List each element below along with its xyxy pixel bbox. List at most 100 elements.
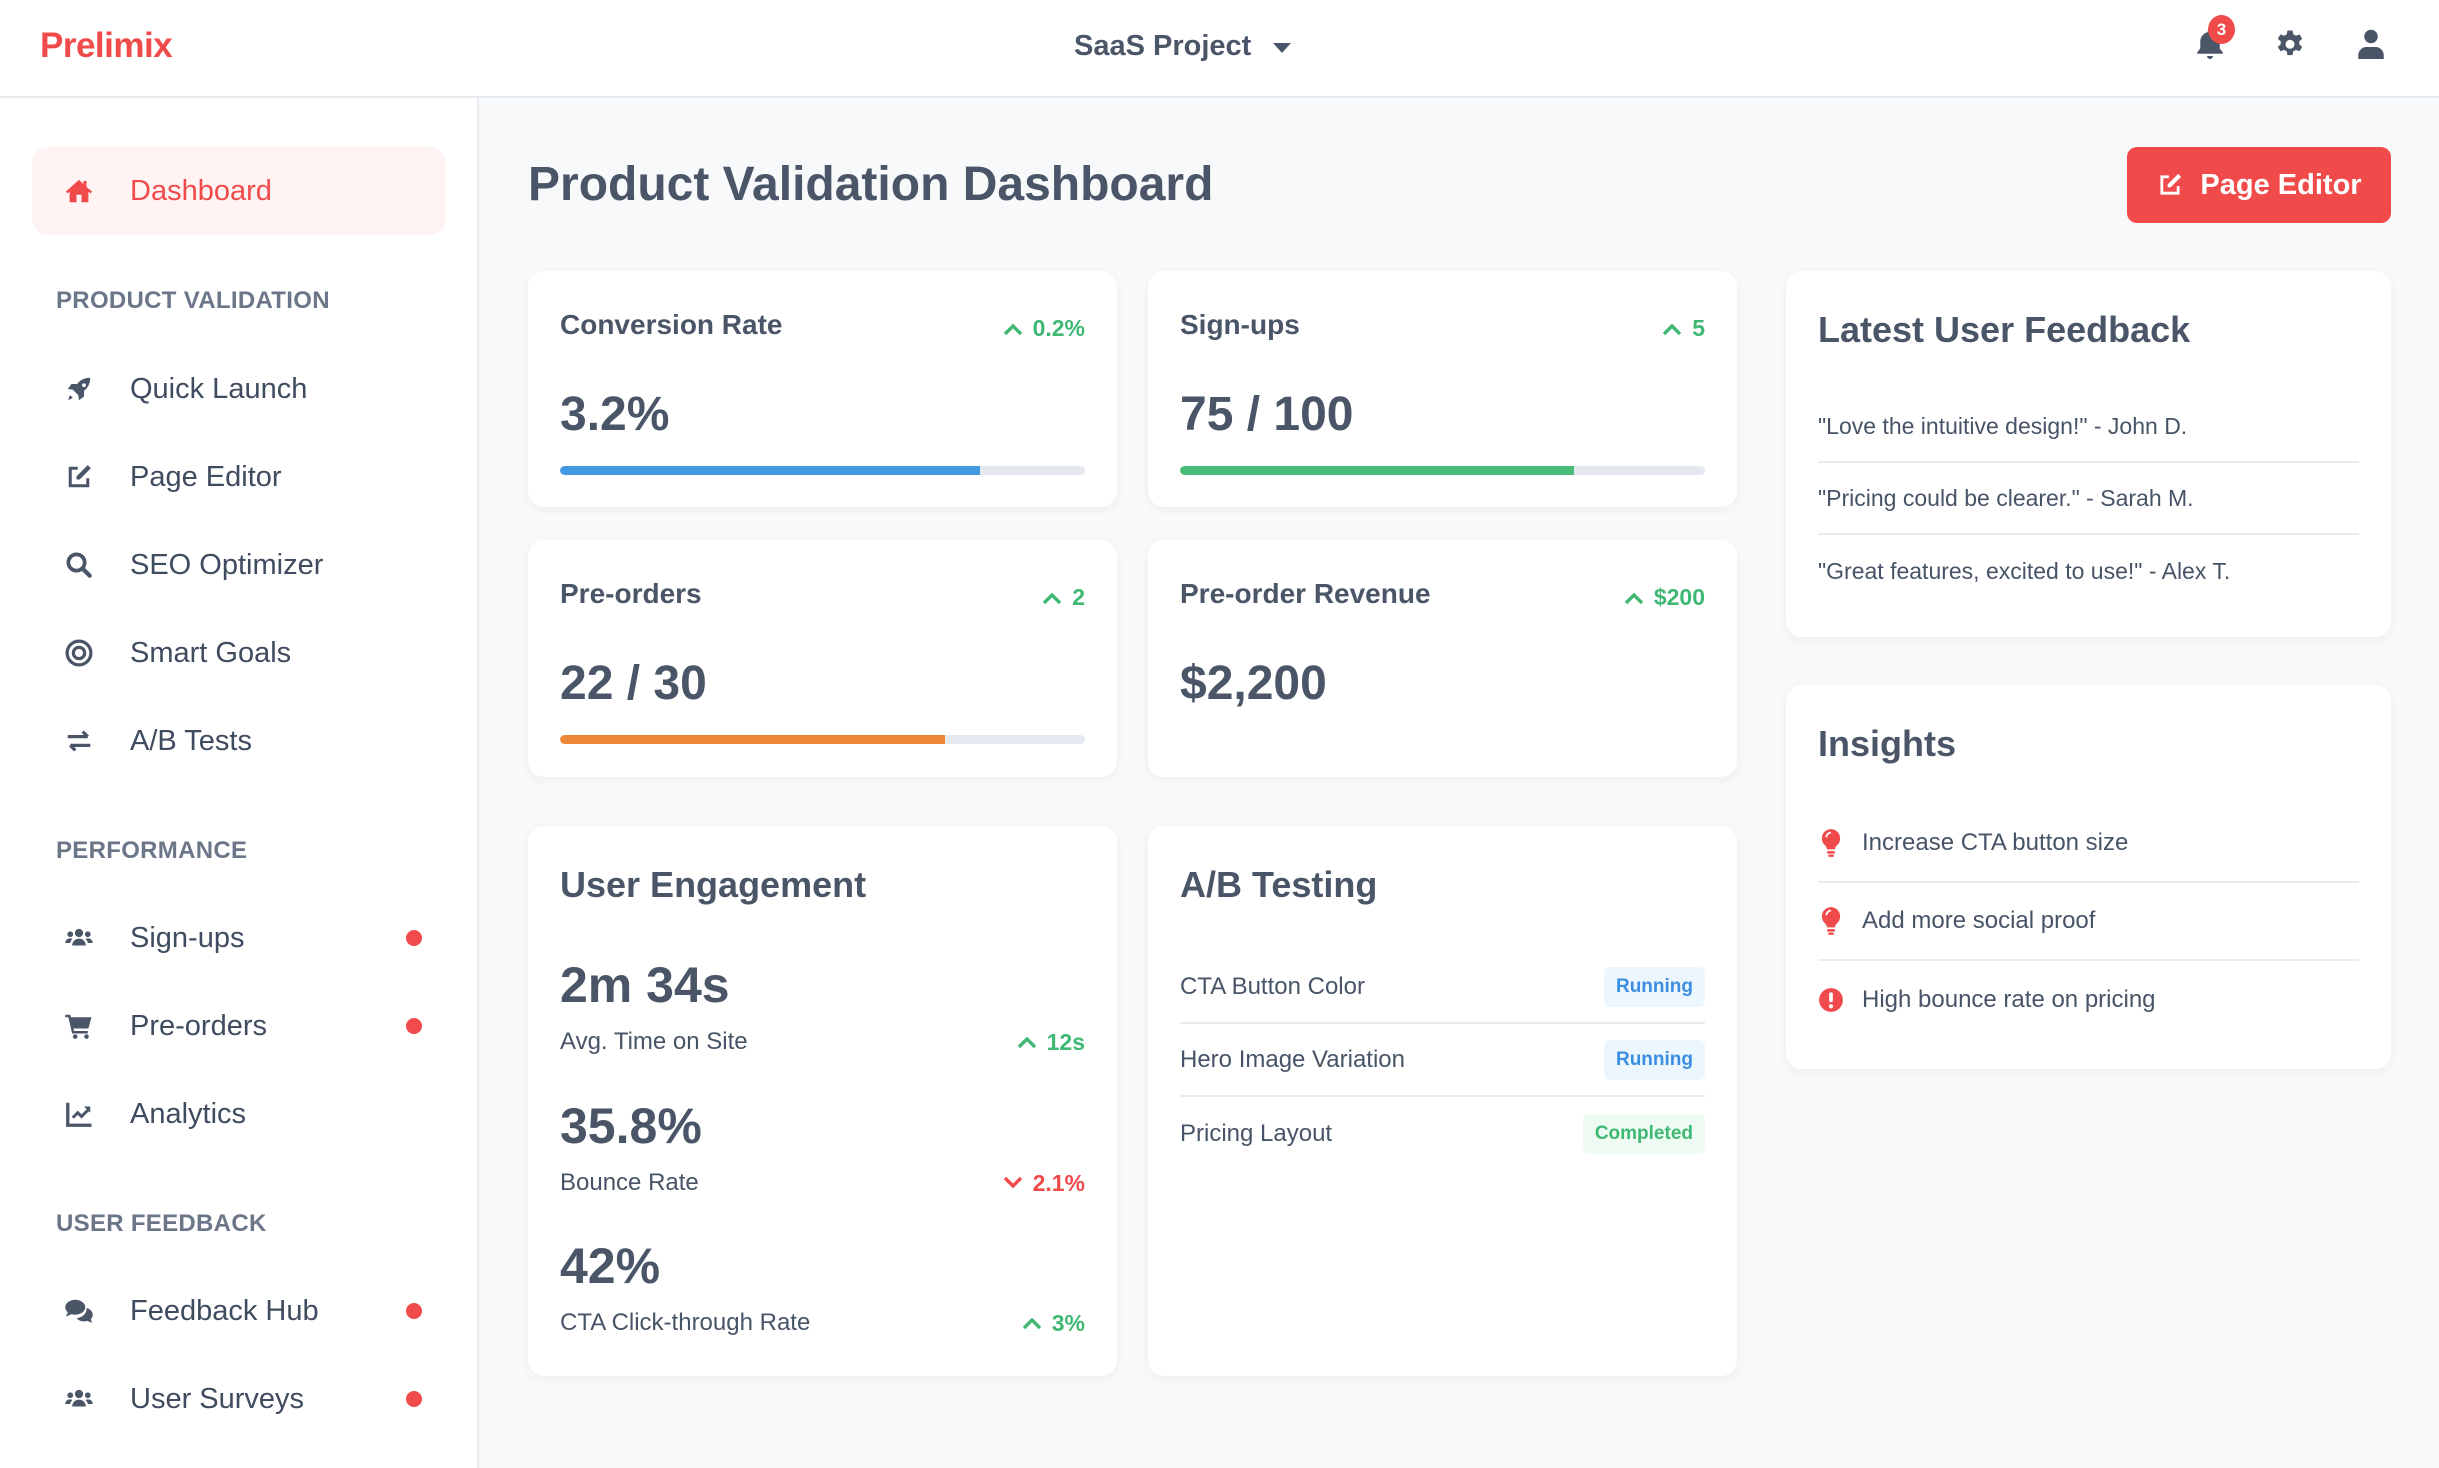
ab-test-row[interactable]: Pricing Layout Completed — [1180, 1097, 1705, 1170]
insights-list: Increase CTA button size Add more social… — [1818, 805, 2359, 1039]
progress-bar — [560, 466, 1085, 475]
stat-card-pre-orders: Pre-orders 2 22 / 30 — [528, 540, 1117, 777]
metric-delta-value: 12s — [1046, 1028, 1085, 1055]
stat-delta: $200 — [1624, 584, 1705, 611]
sidebar: Dashboard PRODUCT VALIDATION Quick Launc… — [0, 98, 479, 1468]
ab-test-name: CTA Button Color — [1180, 972, 1365, 1000]
feedback-item: "Love the intuitive design!" - John D. — [1818, 391, 2359, 463]
metric-value: 42% — [560, 1238, 661, 1294]
stat-card-conversion-rate: Conversion Rate 0.2% 3.2% — [528, 271, 1117, 507]
sidebar-item-ab-tests[interactable]: A/B Tests — [32, 697, 446, 785]
card-title: A/B Testing — [1180, 864, 1378, 905]
metric-label: CTA Click-through Rate — [560, 1309, 811, 1336]
sidebar-item-label: Pre-orders — [130, 1009, 267, 1042]
users-icon — [64, 1384, 94, 1414]
latest-feedback-card: Latest User Feedback "Love the intuitive… — [1786, 271, 2391, 637]
settings-button[interactable] — [2272, 26, 2308, 62]
metric-label: Avg. Time on Site — [560, 1028, 748, 1055]
profile-button[interactable] — [2353, 26, 2389, 62]
progress-bar — [1180, 466, 1705, 475]
stat-delta-value: 5 — [1692, 315, 1705, 341]
ab-test-row[interactable]: Hero Image Variation Running — [1180, 1024, 1705, 1097]
notification-dot — [406, 930, 422, 946]
card-title: User Engagement — [560, 864, 867, 905]
project-selector-label: SaaS Project — [1074, 30, 1252, 62]
caret-down-icon — [1273, 43, 1292, 53]
sidebar-item-label: Smart Goals — [130, 636, 292, 669]
chevron-up-icon — [1663, 323, 1682, 335]
stat-delta: 5 — [1662, 315, 1705, 342]
exchange-icon — [64, 726, 94, 756]
page-editor-button-label: Page Editor — [2200, 168, 2362, 201]
stat-title: Conversion Rate — [560, 309, 783, 340]
chevron-up-icon — [1003, 323, 1022, 335]
sidebar-item-feedback-hub[interactable]: Feedback Hub — [32, 1267, 446, 1355]
stat-delta-value: 2 — [1072, 584, 1085, 610]
progress-fill — [560, 735, 945, 744]
notification-dot — [406, 1391, 422, 1407]
sidebar-item-label: Sign-ups — [130, 921, 245, 954]
metric-delta-value: 3% — [1051, 1309, 1085, 1336]
chevron-up-icon — [1043, 592, 1062, 604]
cart-icon — [64, 1011, 94, 1041]
feedback-item: "Pricing could be clearer." - Sarah M. — [1818, 463, 2359, 535]
status-badge: Running — [1603, 1039, 1705, 1080]
metric-delta: 3% — [1022, 1310, 1085, 1337]
top-bar: Prelimix SaaS Project 3 — [0, 0, 2439, 98]
sidebar-item-smart-goals[interactable]: Smart Goals — [32, 609, 446, 697]
sidebar-item-sign-ups[interactable]: Sign-ups — [32, 894, 446, 982]
user-engagement-card: User Engagement 2m 34s Avg. Time on Site… — [528, 826, 1117, 1376]
sidebar-item-user-surveys[interactable]: User Surveys — [32, 1355, 446, 1443]
metric-label: Bounce Rate — [560, 1169, 699, 1196]
sidebar-item-label: A/B Tests — [130, 724, 252, 757]
sidebar-item-seo-optimizer[interactable]: SEO Optimizer — [32, 521, 446, 609]
ab-test-name: Hero Image Variation — [1180, 1045, 1405, 1073]
insight-text: High bounce rate on pricing — [1862, 986, 2156, 1013]
stat-value: 22 / 30 — [560, 657, 707, 710]
sidebar-item-pre-orders[interactable]: Pre-orders — [32, 982, 446, 1070]
sidebar-item-page-editor[interactable]: Page Editor — [32, 433, 446, 521]
exclamation-circle-icon — [1818, 985, 1844, 1015]
edit-icon — [2160, 173, 2182, 195]
stat-delta-value: $200 — [1653, 584, 1705, 610]
sidebar-item-label: SEO Optimizer — [130, 548, 324, 581]
stat-delta-value: 0.2% — [1032, 315, 1085, 341]
user-icon — [2358, 29, 2384, 59]
lightbulb-icon — [1818, 828, 1844, 858]
sidebar-item-dashboard[interactable]: Dashboard — [32, 147, 446, 235]
stat-delta: 0.2% — [1003, 315, 1085, 342]
insight-item: High bounce rate on pricing — [1818, 961, 2359, 1039]
card-title: Latest User Feedback — [1818, 309, 2191, 350]
insights-card: Insights Increase CTA button size Add mo… — [1786, 685, 2391, 1069]
chevron-up-icon — [1017, 1036, 1036, 1049]
ab-test-row[interactable]: CTA Button Color Running — [1180, 951, 1705, 1024]
edit-icon — [64, 462, 94, 492]
metric-delta: 12s — [1017, 1029, 1085, 1056]
sidebar-item-label: User Surveys — [130, 1382, 305, 1415]
home-icon — [64, 176, 94, 206]
rocket-icon — [64, 374, 94, 404]
stat-card-pre-order-revenue: Pre-order Revenue $200 $2,200 — [1148, 540, 1737, 777]
insight-item: Add more social proof — [1818, 883, 2359, 961]
engagement-metric: 35.8% Bounce Rate 2.1% — [560, 1097, 1085, 1197]
progress-bar — [560, 735, 1085, 744]
page-title: Product Validation Dashboard — [528, 158, 1214, 211]
logo[interactable]: Prelimix — [40, 26, 173, 66]
users-icon — [64, 923, 94, 953]
sidebar-item-quick-launch[interactable]: Quick Launch — [32, 345, 446, 433]
stat-value: 3.2% — [560, 388, 670, 441]
progress-fill — [560, 466, 980, 475]
search-icon — [64, 550, 94, 580]
feedback-list: "Love the intuitive design!" - John D. "… — [1818, 391, 2359, 607]
sidebar-item-analytics[interactable]: Analytics — [32, 1070, 446, 1158]
notification-dot — [406, 1303, 422, 1319]
ab-test-name: Pricing Layout — [1180, 1119, 1333, 1147]
section-title-performance: PERFORMANCE — [56, 837, 248, 864]
project-selector[interactable]: SaaS Project — [1074, 30, 1292, 63]
metric-delta: 2.1% — [1003, 1170, 1085, 1197]
page-editor-button[interactable]: Page Editor — [2127, 147, 2391, 223]
sidebar-item-label: Dashboard — [130, 174, 272, 207]
metric-value: 2m 34s — [560, 957, 730, 1013]
gear-icon — [2277, 30, 2303, 56]
status-badge: Running — [1603, 966, 1705, 1007]
